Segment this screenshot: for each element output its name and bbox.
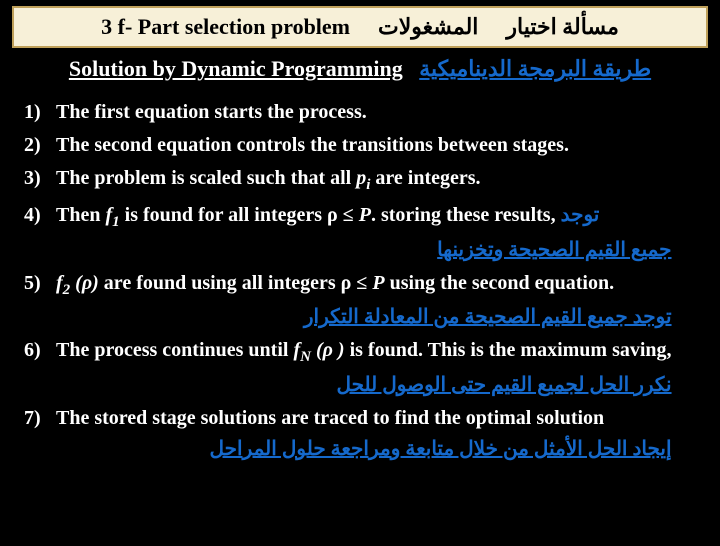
list-item: 4) Then f1 is found for all integers ρ ≤…: [24, 199, 672, 267]
ar-subtext: نكرر الحل لجميع القيم حتى الوصول للحل: [56, 371, 672, 400]
symbol-p: p: [356, 167, 366, 189]
list-item: 2) The second equation controls the tran…: [24, 129, 672, 162]
list-item: 7) The stored stage solutions are traced…: [24, 402, 672, 466]
ar-subtext: جميع القيم الصحيحة وتخزينها: [56, 236, 672, 265]
item-number: 6): [24, 334, 56, 402]
item-number: 4): [24, 199, 56, 267]
ar-inline: توجد: [556, 204, 600, 226]
text-fragment: are integers.: [370, 167, 480, 189]
list-item: 6) The process continues until fN (ρ ) i…: [24, 334, 672, 402]
symbol-P: P: [372, 272, 384, 294]
ordered-list: 1) The first equation starts the process…: [24, 96, 672, 466]
text-fragment: Then: [56, 204, 105, 226]
text-fragment: The stored stage solutions are traced to…: [56, 407, 604, 429]
list-item: 5) f2 (ρ) are found using all integers ρ…: [24, 267, 672, 335]
subscript-N: N: [300, 349, 311, 365]
item-text: The stored stage solutions are traced to…: [56, 402, 672, 466]
rho-arg: (ρ ): [311, 339, 345, 361]
subtitle: Solution by Dynamic Programming طريقة ال…: [0, 56, 720, 82]
ar-subtext: توجد جميع القيم الصحيحة من المعادلة التك…: [56, 303, 672, 332]
text-fragment: The process continues until: [56, 339, 293, 361]
rho-arg: (ρ): [70, 272, 99, 294]
list-item: 1) The first equation starts the process…: [24, 96, 672, 129]
item-text: The first equation starts the process.: [56, 96, 672, 129]
text-fragment: . storing these results,: [371, 204, 556, 226]
ar-subtext: إيجاد الحل الأمثل من خلال متابعة ومراجعة…: [56, 435, 672, 464]
item-text: f2 (ρ) are found using all integers ρ ≤ …: [56, 267, 672, 335]
item-number: 5): [24, 267, 56, 335]
subtitle-ar: طريقة البرمجة الديناميكية: [419, 56, 651, 81]
title-left: 3 f- Part selection problem: [101, 14, 350, 40]
content: 1) The first equation starts the process…: [0, 96, 720, 466]
item-text: The process continues until fN (ρ ) is f…: [56, 334, 672, 402]
subscript-1: 1: [112, 214, 120, 230]
item-number: 1): [24, 96, 56, 129]
title-mid-ar: المشغولات: [378, 14, 478, 40]
text-fragment: The problem is scaled such that all: [56, 167, 356, 189]
text-fragment: is found. This is the maximum saving,: [345, 339, 672, 361]
item-text: The problem is scaled such that all pi a…: [56, 162, 672, 199]
text-fragment: using the second equation.: [385, 272, 615, 294]
title-box: 3 f- Part selection problem المشغولات مس…: [12, 6, 708, 48]
item-text: Then f1 is found for all integers ρ ≤ P.…: [56, 199, 672, 267]
item-number: 3): [24, 162, 56, 199]
symbol-P: P: [359, 204, 371, 226]
item-text: The second equation controls the transit…: [56, 129, 672, 162]
title-right-ar: مسألة اختيار: [506, 14, 618, 40]
text-fragment: are found using all integers ρ ≤: [99, 272, 373, 294]
list-item: 3) The problem is scaled such that all p…: [24, 162, 672, 199]
subtitle-eng: Solution by Dynamic Programming: [69, 56, 403, 81]
item-number: 2): [24, 129, 56, 162]
item-number: 7): [24, 402, 56, 466]
symbol-f: f: [56, 272, 63, 294]
text-fragment: is found for all integers ρ ≤: [120, 204, 359, 226]
